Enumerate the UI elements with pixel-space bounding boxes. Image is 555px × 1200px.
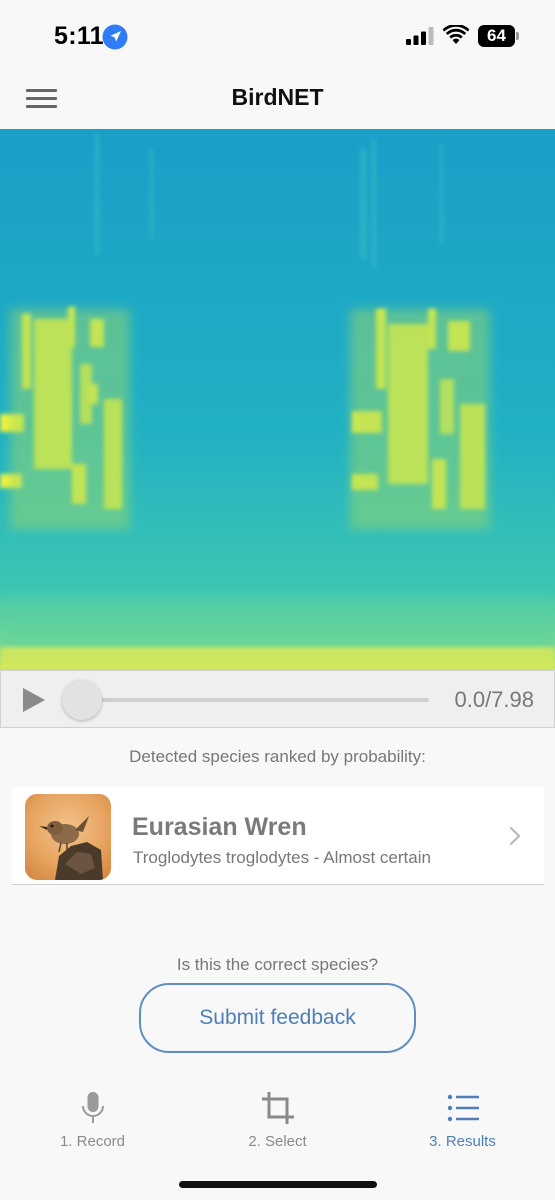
results-heading: Detected species ranked by probability: bbox=[129, 747, 426, 766]
play-icon[interactable] bbox=[21, 687, 47, 713]
chevron-right-icon bbox=[509, 826, 521, 846]
wifi-icon bbox=[443, 25, 469, 44]
status-time: 5:11 bbox=[54, 22, 104, 50]
battery-level: 64 bbox=[487, 26, 506, 45]
tab-record[interactable]: 1. Record bbox=[0, 1080, 185, 1160]
microphone-icon bbox=[82, 1092, 104, 1123]
result-list-item[interactable]: Eurasian Wren Troglodytes troglodytes - … bbox=[12, 787, 544, 885]
bottom-tab-bar: 1. Record 2. Select 3. Results bbox=[0, 1080, 555, 1160]
audio-player: 0.0/7.98 bbox=[0, 670, 555, 728]
home-indicator[interactable] bbox=[179, 1181, 377, 1188]
species-scientific-name-confidence: Troglodytes troglodytes - Almost certain bbox=[133, 848, 431, 867]
submit-feedback-button[interactable]: Submit feedback bbox=[139, 983, 416, 1053]
bird-thumbnail bbox=[25, 794, 111, 880]
location-arrow-icon bbox=[102, 24, 128, 50]
status-bar: 5:11 64 bbox=[0, 0, 555, 70]
playback-time: 0.0/7.98 bbox=[454, 687, 534, 712]
crop-icon bbox=[262, 1092, 294, 1124]
tab-record-label: 1. Record bbox=[59, 1133, 126, 1150]
cellular-signal-icon bbox=[406, 27, 434, 45]
tab-results[interactable]: 3. Results bbox=[370, 1080, 555, 1160]
playback-progress-track[interactable] bbox=[83, 698, 429, 702]
screen: 5:11 64 BirdNET 0.0/7.98 Detected specie… bbox=[0, 0, 555, 1200]
list-icon bbox=[447, 1094, 479, 1122]
app-title: BirdNET bbox=[231, 84, 324, 110]
app-header: BirdNET bbox=[0, 70, 555, 128]
spectrogram bbox=[0, 129, 555, 670]
tab-results-label: 3. Results bbox=[429, 1133, 496, 1150]
tab-select[interactable]: 2. Select bbox=[185, 1080, 370, 1160]
battery-icon: 64 bbox=[478, 25, 520, 47]
playback-slider-thumb[interactable] bbox=[62, 680, 102, 720]
feedback-question: Is this the correct species? bbox=[176, 955, 379, 974]
tab-select-label: 2. Select bbox=[248, 1133, 307, 1150]
species-common-name: Eurasian Wren bbox=[132, 813, 307, 841]
